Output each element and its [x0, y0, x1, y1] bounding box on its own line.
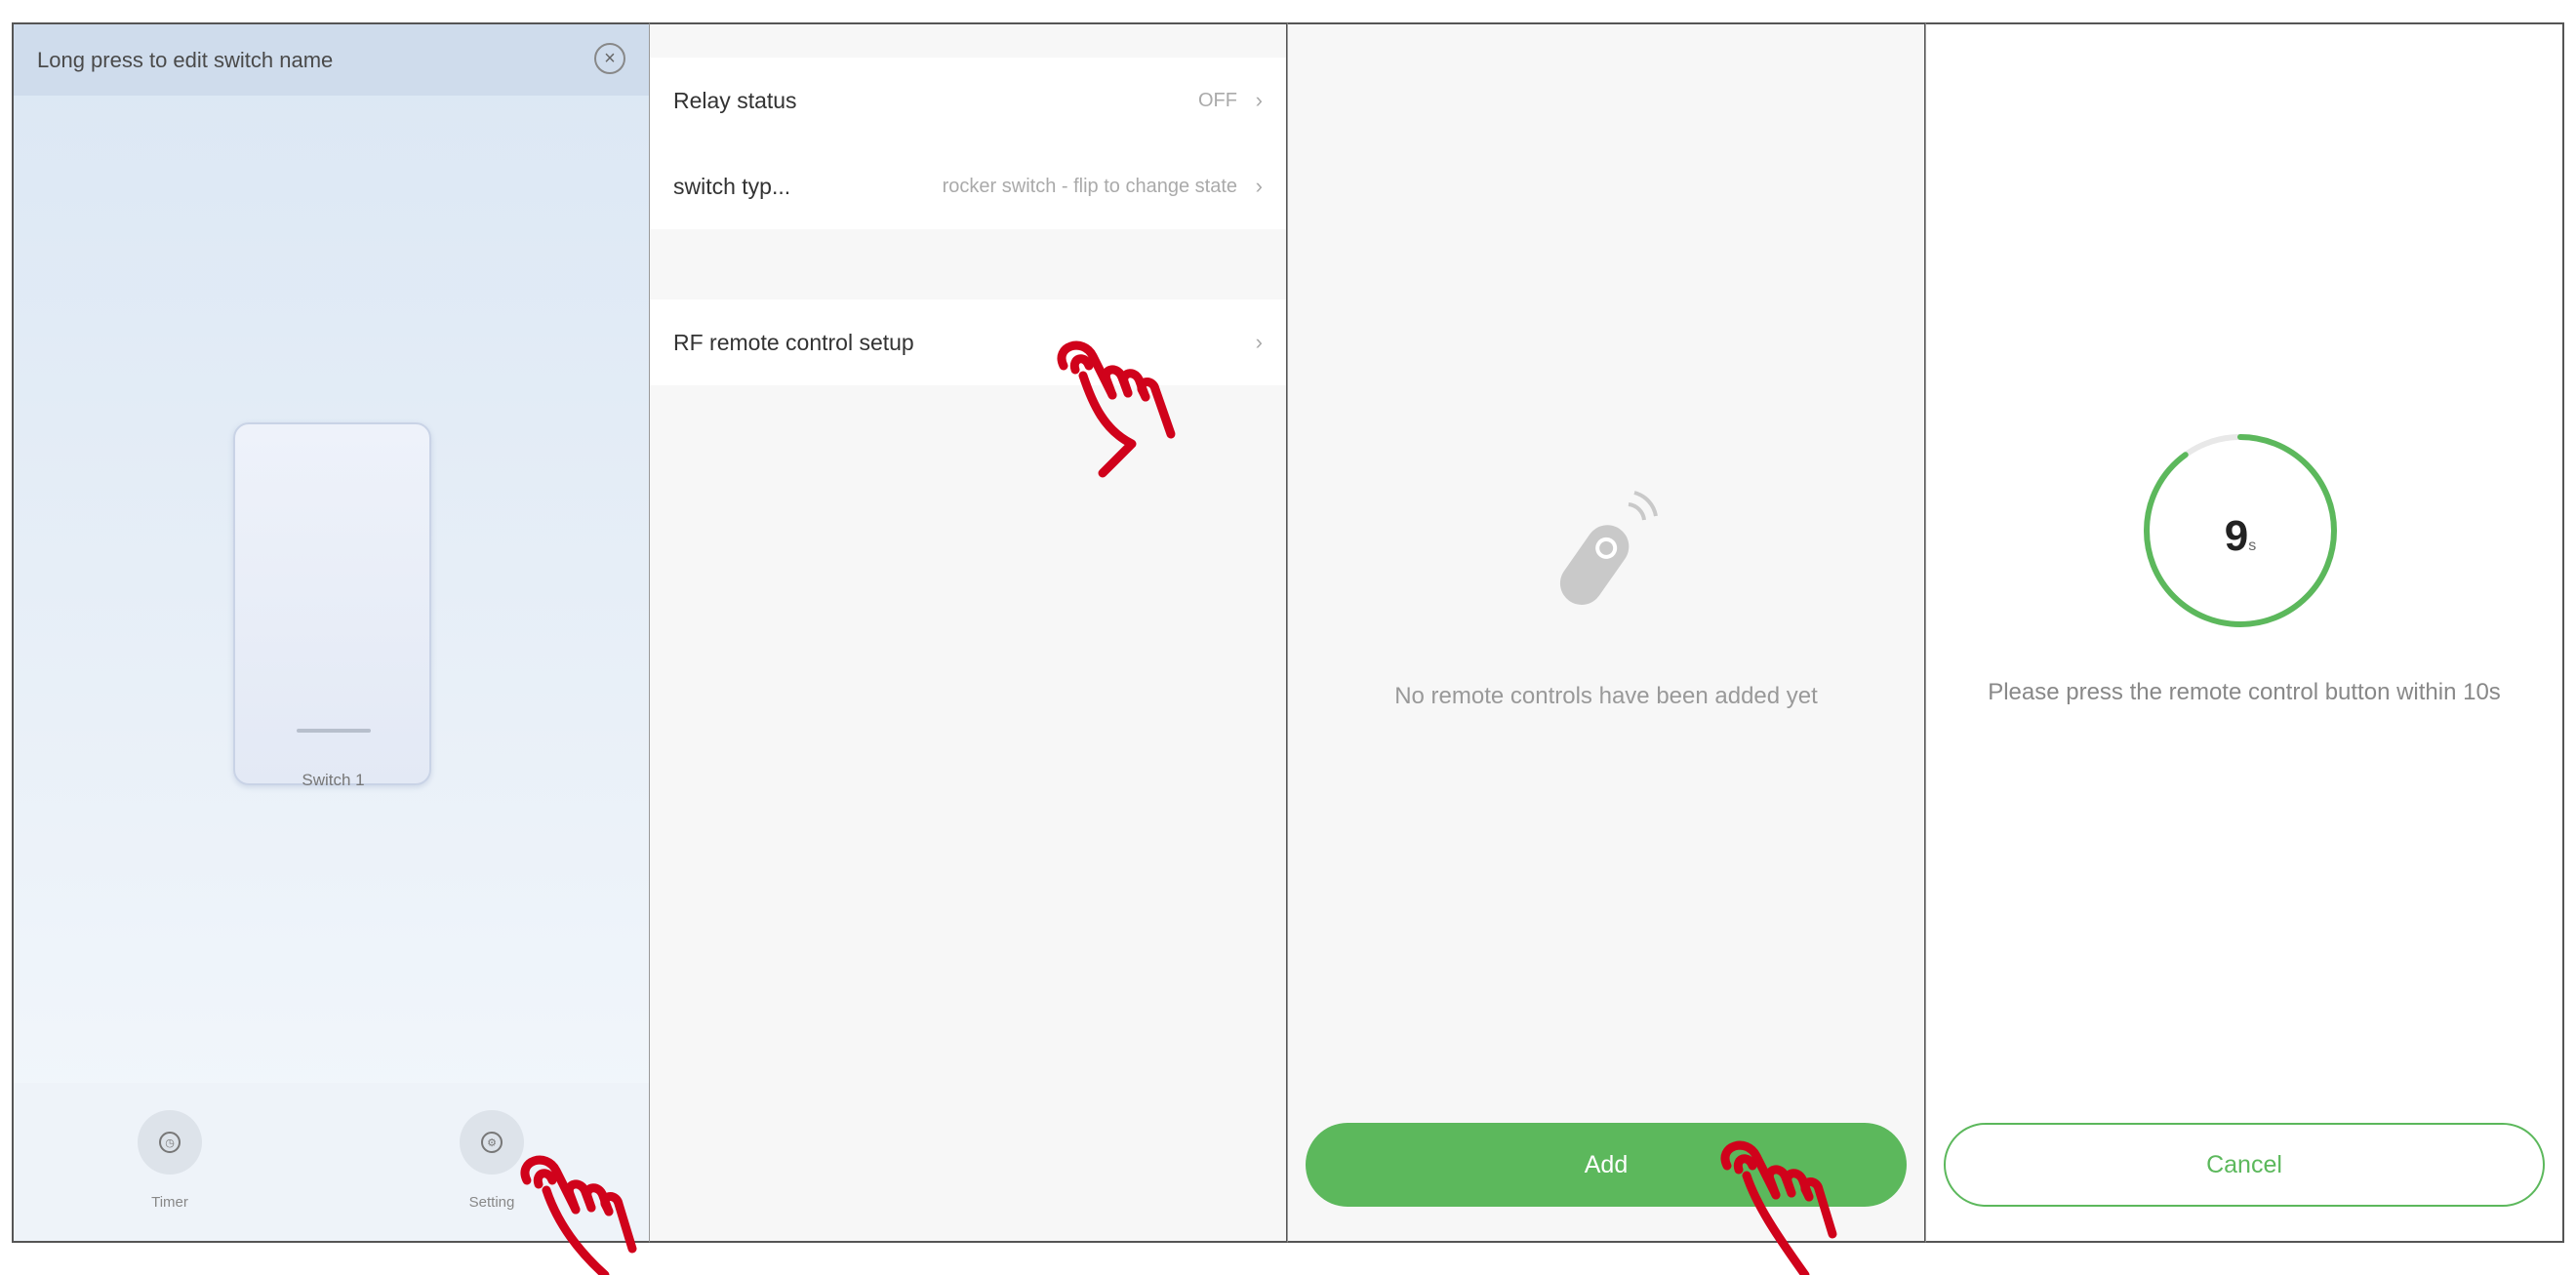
switch-name-label: Switch 1 [302, 771, 365, 789]
timer-icon: ◷ [138, 1110, 202, 1175]
pairing-hint: Please press the remote control button w… [1988, 679, 2501, 705]
empty-state-message: No remote controls have been added yet [1394, 683, 1818, 709]
header-title[interactable]: Long press to edit switch name [37, 48, 333, 73]
timer-label: Timer [151, 1194, 188, 1211]
row-label: RF remote control setup [673, 329, 914, 355]
tap-hand-icon [1720, 1140, 1837, 1275]
row-label: Relay status [673, 87, 797, 113]
chevron-right-icon: › [1255, 88, 1263, 112]
tap-hand-icon [1057, 340, 1176, 478]
countdown-value: 9s [2143, 512, 2338, 561]
tap-hand-icon [520, 1155, 637, 1275]
switch-toggle[interactable] [233, 422, 431, 785]
remote-control-icon [1559, 491, 1658, 605]
row-value: rocker switch - flip to change state [942, 175, 1237, 197]
close-icon[interactable]: × [594, 43, 625, 74]
pairing-panel: 9s Please press the remote control butto… [1925, 22, 2564, 1243]
settings-panel: Relay status OFF › switch typ... rocker … [649, 22, 1288, 1243]
countdown-unit: s [2248, 538, 2257, 554]
remote-list-panel: No remote controls have been added yet A… [1287, 22, 1926, 1243]
timer-button[interactable]: ◷ Timer [131, 1110, 209, 1211]
row-label: switch typ... [673, 173, 791, 199]
chevron-right-icon: › [1255, 174, 1263, 198]
countdown-number: 9 [2224, 512, 2249, 560]
row-value: OFF [1198, 89, 1237, 111]
cancel-button[interactable]: Cancel [1944, 1123, 2545, 1207]
panel-header: Long press to edit switch name × [14, 24, 649, 96]
switch-panel: Long press to edit switch name × Switch … [12, 22, 651, 1243]
switch-indicator-line [297, 729, 371, 733]
settings-list: Relay status OFF › switch typ... rocker … [650, 58, 1286, 229]
chevron-right-icon: › [1255, 330, 1263, 354]
switch-type-row[interactable]: switch typ... rocker switch - flip to ch… [650, 143, 1286, 229]
relay-status-row[interactable]: Relay status OFF › [650, 58, 1286, 143]
